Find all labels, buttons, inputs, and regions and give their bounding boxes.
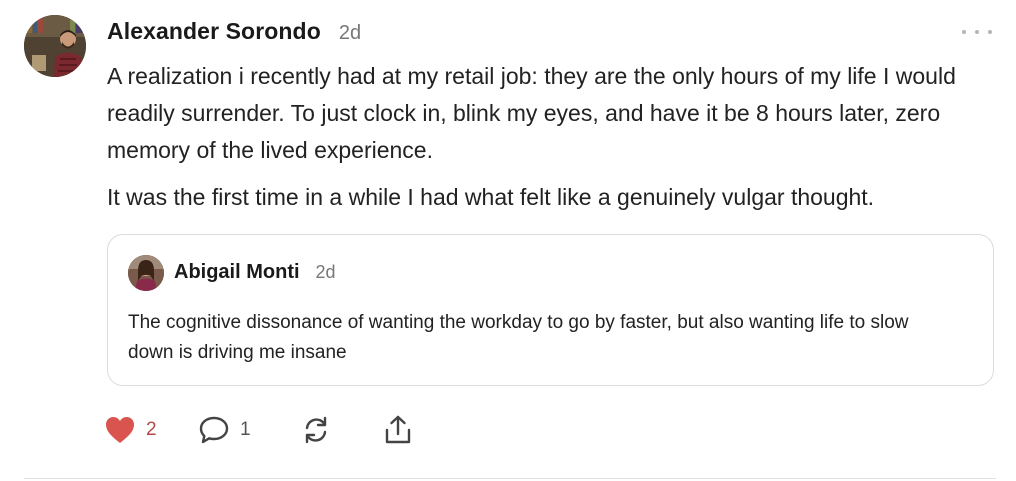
like-button[interactable]: 2 bbox=[104, 410, 198, 450]
quoted-note-card[interactable]: Abigail Monti 2d The cognitive dissonanc… bbox=[107, 234, 994, 386]
restack-icon bbox=[305, 416, 327, 444]
comment-bubble-icon bbox=[199, 416, 229, 444]
author-row: Alexander Sorondo 2d bbox=[107, 18, 361, 45]
quoted-text: The cognitive dissonance of wanting the … bbox=[128, 312, 909, 363]
more-options-icon[interactable] bbox=[962, 22, 992, 42]
divider bbox=[24, 478, 996, 479]
comment-button[interactable]: 1 bbox=[198, 410, 300, 450]
comment-count: 1 bbox=[240, 419, 251, 440]
quoted-timestamp: 2d bbox=[315, 262, 336, 282]
like-count: 2 bbox=[146, 419, 157, 440]
author-avatar[interactable] bbox=[24, 15, 86, 77]
share-icon bbox=[385, 415, 411, 444]
action-bar: 2 1 bbox=[104, 410, 422, 450]
restack-button[interactable] bbox=[300, 410, 382, 450]
post-paragraph: A realization i recently had at my retai… bbox=[107, 63, 956, 163]
quoted-author-name[interactable]: Abigail Monti bbox=[174, 261, 300, 284]
quoted-author-avatar[interactable] bbox=[128, 255, 164, 291]
post-paragraph: It was the first time in a while I had w… bbox=[107, 184, 875, 210]
post-timestamp[interactable]: 2d bbox=[339, 22, 361, 45]
quoted-header: Abigail Monti 2d bbox=[174, 261, 336, 284]
post-body: A realization i recently had at my retai… bbox=[107, 58, 1002, 216]
heart-icon bbox=[106, 417, 134, 443]
post-card: Alexander Sorondo 2d A realization i rec… bbox=[0, 0, 1016, 481]
share-button[interactable] bbox=[382, 410, 422, 450]
author-name[interactable]: Alexander Sorondo bbox=[107, 18, 321, 45]
